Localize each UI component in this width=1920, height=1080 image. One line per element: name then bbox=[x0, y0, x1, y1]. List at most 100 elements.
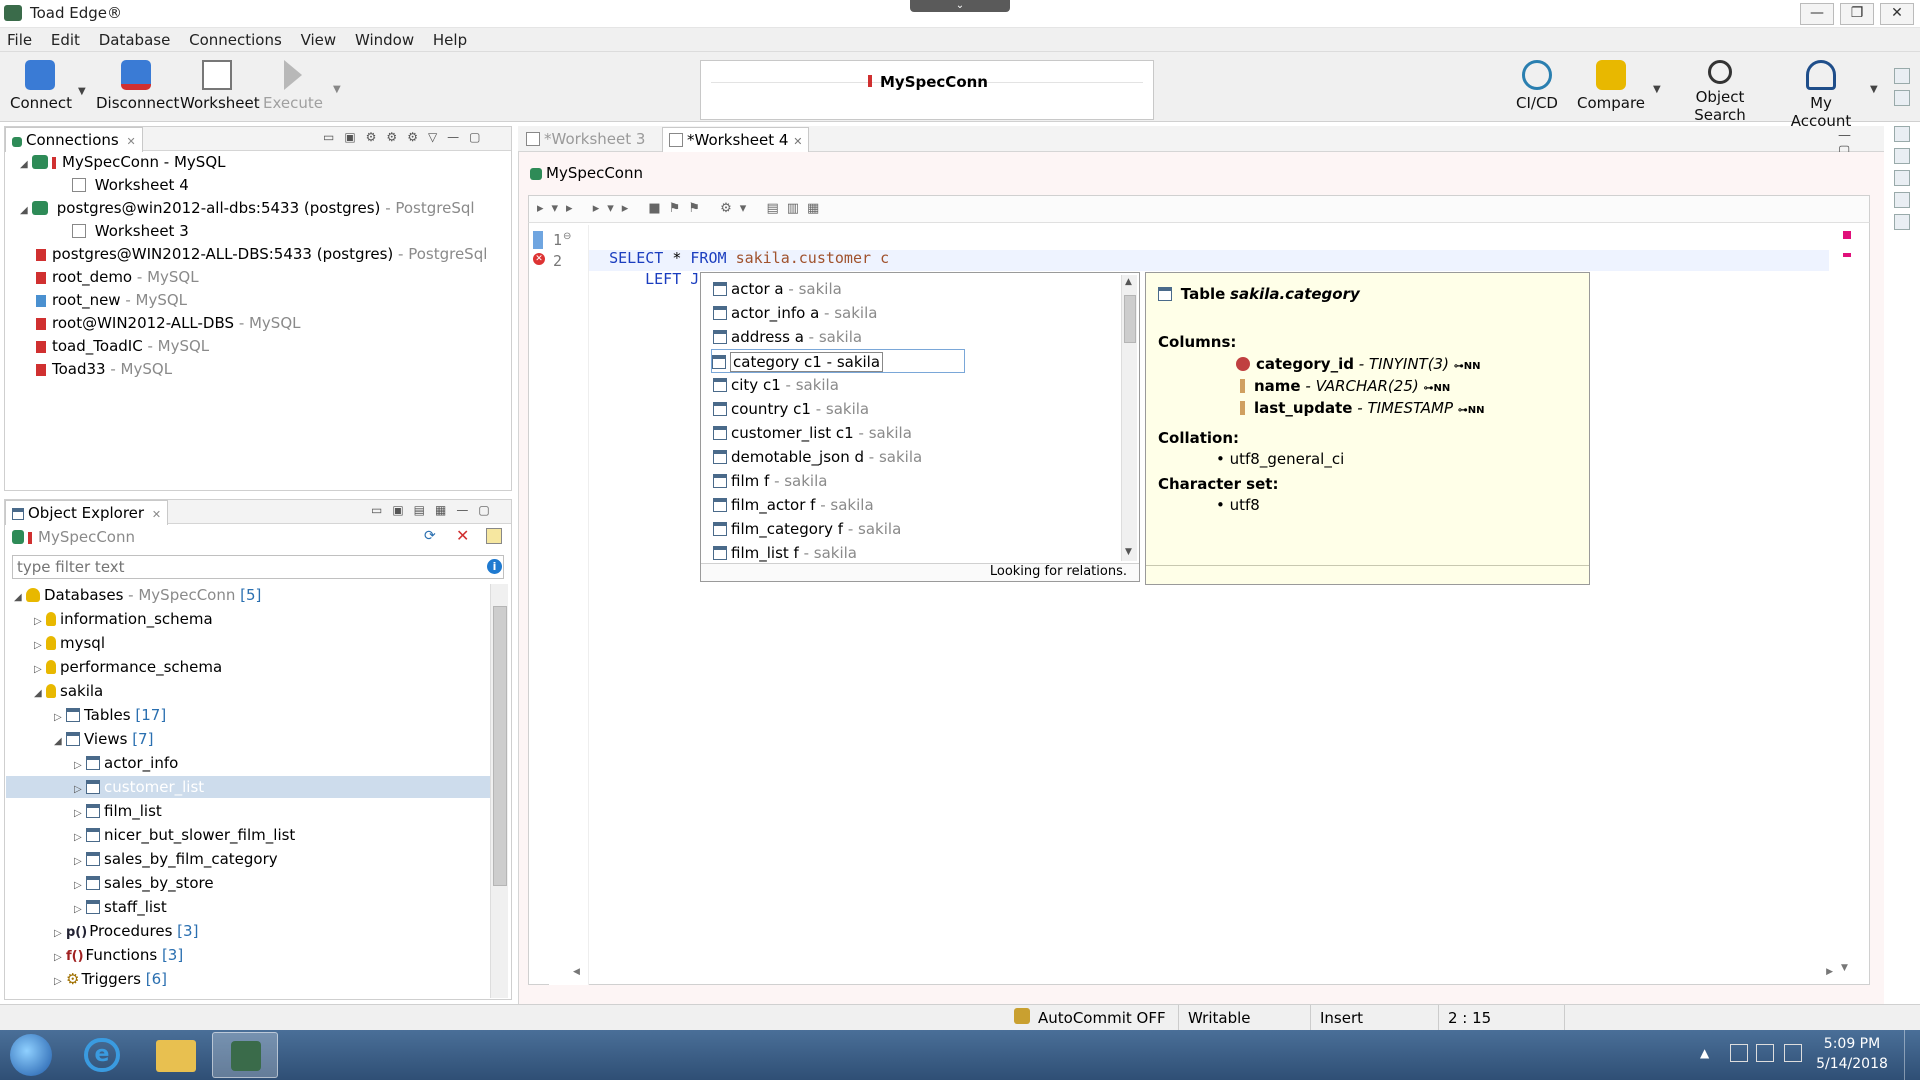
tree-row-performance-schema[interactable]: ▷ performance_schema bbox=[34, 656, 222, 678]
clock-date[interactable]: 5/14/2018 bbox=[1812, 1056, 1892, 1072]
tree-row-view[interactable]: ▷ nicer_but_slower_film_list bbox=[74, 824, 295, 846]
editor-vertical-scrollbar[interactable]: ▼ bbox=[1839, 263, 1851, 973]
autocomplete-item[interactable]: city c1 - sakila bbox=[713, 373, 839, 397]
compare-dropdown-icon[interactable]: ▼ bbox=[1653, 84, 1661, 95]
restore-button[interactable]: ❐ bbox=[1840, 3, 1874, 25]
tree-row-postgres-2[interactable]: postgres@WIN2012-ALL-DBS:5433 (postgres)… bbox=[36, 243, 487, 265]
view-icon[interactable] bbox=[1894, 148, 1910, 164]
action-center-icon[interactable] bbox=[1756, 1044, 1774, 1062]
autocomplete-item[interactable]: film f - sakila bbox=[713, 469, 827, 493]
disconnect-button[interactable]: Disconnect bbox=[96, 60, 179, 112]
tree-row-databases[interactable]: ◢ Databases - MySpecConn [5] bbox=[14, 584, 261, 606]
autocomplete-scrollbar[interactable]: ▲ ▼ bbox=[1121, 275, 1137, 561]
autocommit-status[interactable]: AutoCommit OFF bbox=[1038, 1009, 1166, 1027]
tree-row-information-schema[interactable]: ▷ information_schema bbox=[34, 608, 213, 630]
show-desktop-button[interactable] bbox=[1904, 1030, 1920, 1080]
scroll-down-icon[interactable]: ▼ bbox=[1125, 547, 1132, 557]
tree-row-views[interactable]: ◢ Views [7] bbox=[54, 728, 153, 750]
scrollbar-thumb[interactable] bbox=[493, 606, 507, 886]
object-explorer-tab[interactable]: Object Explorer ✕ bbox=[5, 500, 169, 525]
refresh-icon[interactable]: ⟳ bbox=[424, 528, 436, 544]
menu-file[interactable]: File bbox=[0, 28, 39, 49]
connect-dropdown-icon[interactable]: ▼ bbox=[78, 86, 86, 97]
tree-row-triggers[interactable]: ▷ ⚙ Triggers [6] bbox=[54, 968, 167, 990]
tree-row-toad-toadic[interactable]: toad_ToadIC - MySQL bbox=[36, 335, 209, 357]
view-icon[interactable] bbox=[1894, 90, 1910, 106]
menu-connections[interactable]: Connections bbox=[182, 28, 289, 49]
filter-settings-icon[interactable] bbox=[486, 528, 502, 544]
internet-explorer-icon[interactable]: e bbox=[84, 1038, 120, 1072]
menu-window[interactable]: Window bbox=[348, 28, 421, 49]
autocomplete-item[interactable]: demotable_json d - sakila bbox=[713, 445, 922, 469]
tab-worksheet-4[interactable]: *Worksheet 4 ✕ bbox=[662, 127, 810, 152]
tree-row-sakila[interactable]: ◢ sakila bbox=[34, 680, 103, 702]
tree-row-view-selected[interactable]: ▷ customer_list bbox=[6, 776, 490, 798]
scrollbar-thumb[interactable] bbox=[1124, 295, 1136, 343]
tree-row-myspecconn[interactable]: ◢ MySpecConn - MySQL bbox=[20, 151, 225, 173]
view-icon[interactable] bbox=[1894, 126, 1910, 142]
editor-connection-label[interactable]: MySpecConn bbox=[530, 164, 643, 182]
clock-time[interactable]: 5:09 PM bbox=[1812, 1036, 1892, 1052]
tree-row-toad33[interactable]: Toad33 - MySQL bbox=[36, 358, 172, 380]
connections-toolbar-icons[interactable]: ▭▣⚙⚙⚙▽—▢ bbox=[323, 130, 491, 144]
scroll-up-icon[interactable]: ▲ bbox=[1125, 277, 1132, 287]
close-icon[interactable]: ✕ bbox=[126, 135, 135, 148]
execute-dropdown-icon[interactable]: ▼ bbox=[333, 84, 341, 95]
editor-horizontal-scrollbar[interactable]: ◀ ▶ bbox=[573, 967, 1833, 981]
close-icon[interactable]: ✕ bbox=[793, 135, 802, 148]
view-icon[interactable] bbox=[1894, 192, 1910, 208]
autocomplete-item[interactable]: actor a - sakila bbox=[713, 277, 842, 301]
tree-row-root-demo[interactable]: root_demo - MySQL bbox=[36, 266, 199, 288]
close-button[interactable]: ✕ bbox=[1880, 3, 1914, 25]
tree-row-view[interactable]: ▷ sales_by_store bbox=[74, 872, 214, 894]
view-icon[interactable] bbox=[1894, 214, 1910, 230]
compare-button[interactable]: Compare bbox=[1576, 60, 1646, 112]
view-icon[interactable] bbox=[1894, 68, 1910, 84]
tree-row-tables[interactable]: ▷ Tables [17] bbox=[54, 704, 166, 726]
object-explorer-scrollbar[interactable] bbox=[490, 584, 508, 998]
autocomplete-item[interactable]: customer_list c1 - sakila bbox=[713, 421, 912, 445]
tree-row-root-new[interactable]: root_new - MySQL bbox=[36, 289, 187, 311]
tree-row-worksheet-4[interactable]: Worksheet 4 bbox=[72, 174, 189, 196]
scroll-down-icon[interactable]: ▼ bbox=[1841, 963, 1848, 973]
tree-row-view[interactable]: ▷ staff_list bbox=[74, 896, 167, 918]
scroll-right-icon[interactable]: ▶ bbox=[1826, 967, 1833, 977]
my-account-button[interactable]: My Account bbox=[1778, 60, 1864, 130]
autocomplete-item[interactable]: address a - sakila bbox=[713, 325, 862, 349]
volume-icon[interactable] bbox=[1784, 1044, 1802, 1062]
object-explorer-connection[interactable]: MySpecConn bbox=[12, 528, 135, 546]
tree-row-view[interactable]: ▷ sales_by_film_category bbox=[74, 848, 278, 870]
object-explorer-toolbar-icons[interactable]: ▭▣▤▦—▢ bbox=[371, 503, 500, 517]
tree-row-worksheet-3[interactable]: Worksheet 3 bbox=[72, 220, 189, 242]
minimize-button[interactable]: — bbox=[1800, 3, 1834, 25]
autocomplete-item[interactable]: actor_info a - sakila bbox=[713, 301, 877, 325]
connections-tab[interactable]: Connections ✕ bbox=[5, 127, 143, 152]
tree-row-view[interactable]: ▷ film_list bbox=[74, 800, 162, 822]
view-icon[interactable] bbox=[1894, 170, 1910, 186]
autocomplete-item[interactable]: film_list f - sakila bbox=[713, 541, 857, 563]
menu-edit[interactable]: Edit bbox=[44, 28, 87, 49]
tree-row-postgres-1[interactable]: ◢ postgres@win2012-all-dbs:5433 (postgre… bbox=[20, 197, 475, 219]
editor-toolbar-icons[interactable]: ▸▾▸ ▸▾▸ ■⚑⚑ ⚙▾ ▤▥▦ bbox=[537, 201, 827, 216]
tree-row-root-win2012[interactable]: root@WIN2012-ALL-DBS - MySQL bbox=[36, 312, 301, 334]
tree-row-view[interactable]: ▷ actor_info bbox=[74, 752, 178, 774]
execute-button[interactable]: Execute bbox=[262, 60, 324, 112]
close-icon[interactable]: ✕ bbox=[152, 508, 161, 521]
tab-worksheet-3[interactable]: *Worksheet 3 bbox=[526, 130, 645, 148]
delete-icon[interactable]: ✕ bbox=[456, 526, 469, 545]
active-connection-box[interactable]: MySpecConn bbox=[700, 60, 1154, 120]
object-search-button[interactable]: Object Search bbox=[1670, 60, 1770, 124]
menu-view[interactable]: View bbox=[294, 28, 344, 49]
info-icon[interactable]: i bbox=[487, 559, 502, 574]
scroll-left-icon[interactable]: ◀ bbox=[573, 967, 580, 977]
autocomplete-item-selected[interactable]: category c1 - sakila bbox=[711, 349, 965, 373]
tree-row-procedures[interactable]: ▷ p() Procedures [3] bbox=[54, 920, 198, 942]
menu-help[interactable]: Help bbox=[426, 28, 474, 49]
menu-database[interactable]: Database bbox=[92, 28, 178, 49]
tree-row-functions[interactable]: ▷ f() Functions [3] bbox=[54, 944, 183, 966]
autocomplete-item[interactable]: film_category f - sakila bbox=[713, 517, 901, 541]
my-account-dropdown-icon[interactable]: ▼ bbox=[1870, 84, 1878, 95]
cicd-button[interactable]: CI/CD bbox=[1512, 60, 1562, 112]
autocomplete-item[interactable]: country c1 - sakila bbox=[713, 397, 869, 421]
file-explorer-icon[interactable] bbox=[156, 1040, 196, 1072]
